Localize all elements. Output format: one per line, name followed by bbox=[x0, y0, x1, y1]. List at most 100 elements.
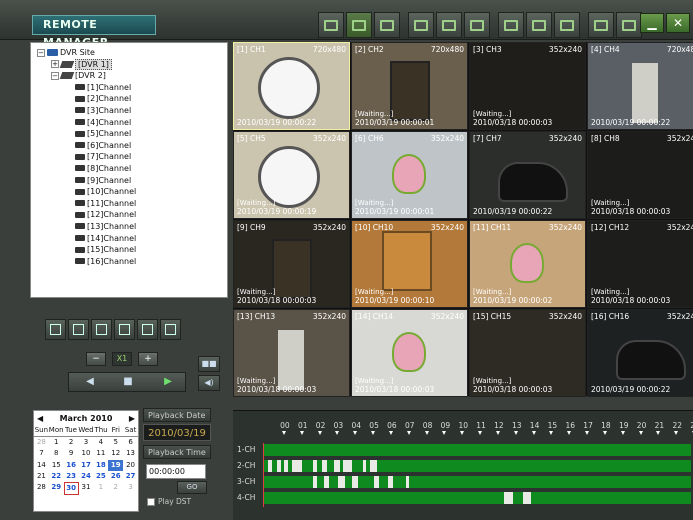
calendar-day[interactable]: 22 bbox=[49, 471, 64, 482]
tree-row[interactable]: [10]Channel bbox=[33, 186, 225, 198]
stop-button[interactable]: ■ bbox=[117, 374, 139, 390]
camera-tile[interactable]: [1] CH1 720x480 2010/03/19 00:00:22 bbox=[233, 42, 350, 130]
calendar-day[interactable]: 4 bbox=[93, 437, 108, 448]
camera-tile[interactable]: [13] CH13 352x240 [Waiting...] 2010/03/18 0… bbox=[233, 309, 350, 397]
recording-segment[interactable] bbox=[263, 476, 313, 488]
calendar-day[interactable]: 31 bbox=[79, 482, 94, 495]
calendar-day[interactable]: 9 bbox=[64, 448, 79, 459]
calendar-day[interactable]: 27 bbox=[123, 471, 138, 482]
calendar-day[interactable]: 1 bbox=[93, 482, 108, 495]
calendar-day[interactable]: 2 bbox=[64, 437, 79, 448]
timeline-bar[interactable] bbox=[263, 460, 691, 472]
recording-segment[interactable] bbox=[378, 476, 388, 488]
camera-tile[interactable]: [10] CH10 352x240 [Waiting...] 2010/03/19 0… bbox=[351, 220, 468, 308]
calendar-day[interactable]: 5 bbox=[108, 437, 123, 448]
nine-view-button[interactable] bbox=[91, 319, 112, 340]
recording-segment[interactable] bbox=[339, 460, 344, 472]
recording-segment[interactable] bbox=[393, 476, 406, 488]
timeline-bar[interactable] bbox=[263, 476, 691, 488]
recording-segment[interactable] bbox=[263, 444, 691, 456]
live-view-icon[interactable] bbox=[346, 12, 372, 38]
tree-row[interactable]: [6]Channel bbox=[33, 140, 225, 152]
calendar-day[interactable]: 30 bbox=[63, 482, 79, 496]
camera-tile[interactable]: [16] CH16 352x240 2010/03/19 00:00:22 bbox=[587, 309, 693, 397]
recording-segment[interactable] bbox=[352, 460, 363, 472]
camera-tile[interactable]: [6] CH6 352x240 [Waiting...] 2010/03/19 00:… bbox=[351, 131, 468, 219]
calendar-day[interactable]: 3 bbox=[123, 482, 138, 495]
backup-icon[interactable] bbox=[464, 12, 490, 38]
calendar-day[interactable]: 21 bbox=[34, 471, 49, 482]
calendar-day[interactable]: 18 bbox=[93, 460, 108, 471]
recording-segment[interactable] bbox=[327, 460, 335, 472]
calendar-day[interactable]: 23 bbox=[64, 471, 79, 482]
playback-time-input[interactable]: 00:00:00 bbox=[146, 464, 206, 479]
next-month-button[interactable]: ▶ bbox=[129, 414, 135, 423]
refresh-button[interactable] bbox=[160, 319, 181, 340]
camera-tile[interactable]: [12] CH12 352x240 [Waiting...]2010/03/18 0… bbox=[587, 220, 693, 308]
recording-segment[interactable] bbox=[316, 460, 322, 472]
camera-tile[interactable]: [7] CH7 352x240 2010/03/19 00:00:22 bbox=[469, 131, 586, 219]
sixteen-view-button[interactable] bbox=[114, 319, 135, 340]
minimize-button[interactable]: ▁ bbox=[640, 13, 664, 33]
fullscreen-button[interactable] bbox=[137, 319, 158, 340]
camera-tile[interactable]: [11] CH11 352x240 [Waiting...] 2010/03/19 0… bbox=[469, 220, 586, 308]
calendar-day[interactable]: 17 bbox=[79, 460, 94, 471]
recording-segment[interactable] bbox=[345, 476, 353, 488]
tree-row[interactable]: [9]Channel bbox=[33, 175, 225, 187]
tree-row[interactable]: [11]Channel bbox=[33, 198, 225, 210]
rewind-button[interactable]: ◀ bbox=[79, 374, 101, 390]
recording-segment[interactable] bbox=[263, 492, 504, 504]
recording-segment[interactable] bbox=[409, 476, 691, 488]
calendar-day[interactable]: 26 bbox=[108, 471, 123, 482]
tree-row[interactable]: [8]Channel bbox=[33, 163, 225, 175]
volume-icon[interactable]: ◀) bbox=[198, 375, 220, 391]
timeline-bar[interactable] bbox=[263, 492, 691, 504]
calendar-day[interactable]: 7 bbox=[34, 448, 49, 459]
tree-row[interactable]: [12]Channel bbox=[33, 209, 225, 221]
tree-row[interactable]: [1]Channel bbox=[33, 82, 225, 94]
calendar-day[interactable]: 12 bbox=[108, 448, 123, 459]
calendar-day[interactable]: 20 bbox=[123, 460, 138, 471]
recording-segment[interactable] bbox=[366, 460, 370, 472]
recording-segment[interactable] bbox=[377, 460, 691, 472]
tree-row[interactable]: − [DVR 2] bbox=[33, 70, 225, 82]
single-view-button[interactable] bbox=[45, 319, 66, 340]
calendar-day[interactable]: 3 bbox=[79, 437, 94, 448]
recording-segment[interactable] bbox=[287, 460, 292, 472]
close-button[interactable]: ✕ bbox=[666, 13, 690, 33]
recording-segment[interactable] bbox=[530, 492, 691, 504]
play-dst-option[interactable]: Play DST bbox=[147, 497, 191, 506]
export-icon[interactable] bbox=[436, 12, 462, 38]
calendar-day[interactable]: 19 bbox=[108, 459, 124, 471]
recording-segment[interactable] bbox=[280, 460, 285, 472]
tree-row[interactable]: [15]Channel bbox=[33, 244, 225, 256]
prev-month-button[interactable]: ◀ bbox=[37, 414, 43, 423]
calendar-day[interactable]: 2 bbox=[108, 482, 123, 495]
quad-view-button[interactable] bbox=[68, 319, 89, 340]
calendar-day[interactable]: 15 bbox=[49, 460, 64, 471]
camera-tile[interactable]: [15] CH15 352x240 [Waiting...] 2010/03/18 0… bbox=[469, 309, 586, 397]
calendar-day[interactable]: 16 bbox=[64, 460, 79, 471]
camera-tile[interactable]: [3] CH3 352x240 [Waiting...] 2010/03/18 00:… bbox=[469, 42, 586, 130]
recording-segment[interactable] bbox=[302, 460, 313, 472]
play-button[interactable]: ▶ bbox=[157, 374, 179, 390]
mute-button[interactable]: ■■ bbox=[198, 356, 220, 372]
recording-segment[interactable] bbox=[357, 476, 374, 488]
tree-row[interactable]: [13]Channel bbox=[33, 221, 225, 233]
timeline-bar[interactable] bbox=[263, 444, 691, 456]
calendar-day[interactable]: 6 bbox=[123, 437, 138, 448]
record-icon[interactable] bbox=[408, 12, 434, 38]
calendar-day[interactable]: 13 bbox=[123, 448, 138, 459]
calendar-day[interactable]: 14 bbox=[34, 460, 49, 471]
speed-up-button[interactable]: + bbox=[138, 352, 158, 366]
tree-row[interactable]: [4]Channel bbox=[33, 117, 225, 129]
tree-row[interactable]: [16]Channel bbox=[33, 256, 225, 268]
tree-row[interactable]: [7]Channel bbox=[33, 151, 225, 163]
calendar-day[interactable]: 28 bbox=[34, 482, 49, 495]
expand-toggle-icon[interactable]: − bbox=[51, 71, 59, 80]
camera-tile[interactable]: [9] CH9 352x240 [Waiting...] 2010/03/18 00:… bbox=[233, 220, 350, 308]
recording-segment[interactable] bbox=[512, 492, 524, 504]
calendar-day[interactable]: 1 bbox=[49, 437, 64, 448]
timeline-cursor[interactable] bbox=[263, 443, 264, 507]
expand-toggle-icon[interactable]: + bbox=[51, 60, 59, 69]
